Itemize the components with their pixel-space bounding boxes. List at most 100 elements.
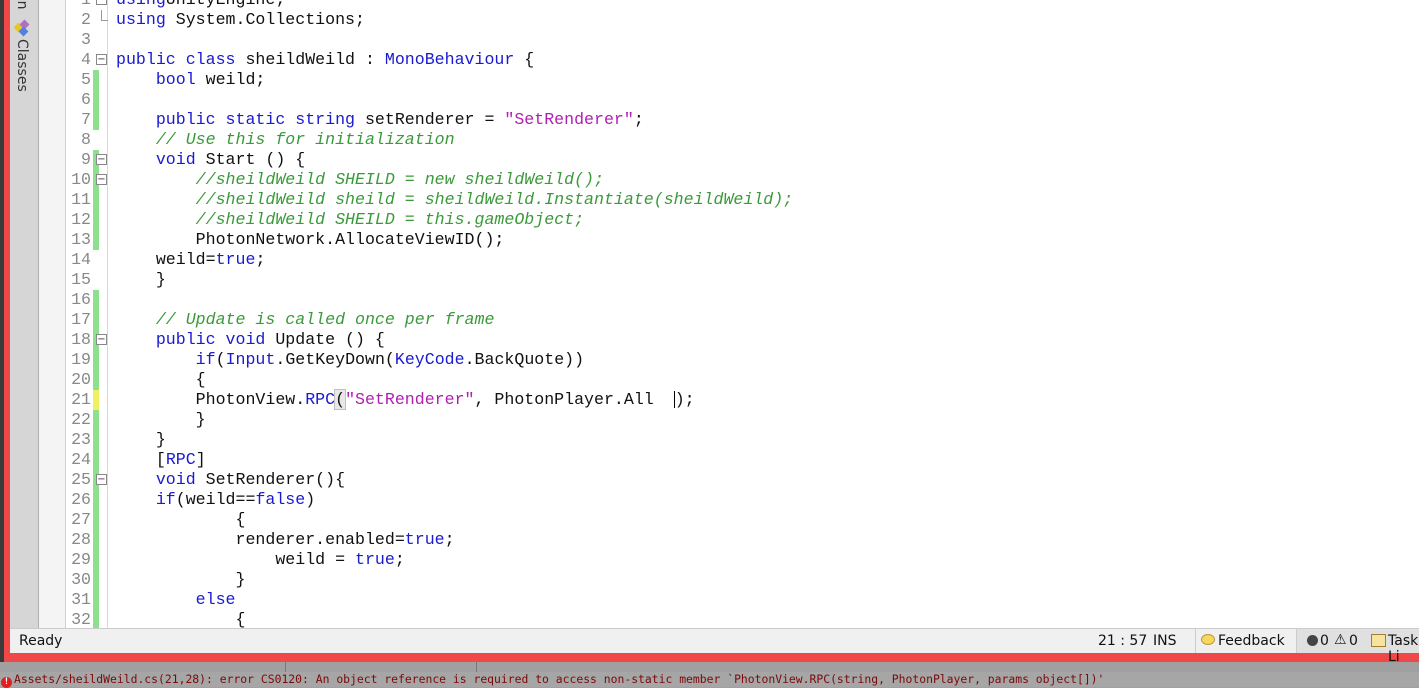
code-text: public class sheildWeild : MonoBehaviour… [116, 50, 534, 70]
code-token: weild; [195, 70, 266, 89]
code-line[interactable]: 1− usingUnityEngine; [39, 0, 1419, 10]
keyword-token: void [155, 150, 196, 169]
code-token: (weild== [175, 490, 256, 509]
code-token: sheildWeild : [235, 50, 385, 69]
fold-collapse-icon[interactable]: − [96, 154, 107, 165]
code-line[interactable]: 22 } [39, 410, 1419, 430]
code-line[interactable]: 28 renderer.enabled=true; [39, 530, 1419, 550]
comment-token: //sheildWeild SHEILD = this.gameObject; [195, 210, 585, 229]
changed-line-marker [93, 370, 99, 390]
warning-count: 0 [1349, 633, 1358, 649]
line-number: 15 [71, 270, 91, 289]
code-token: } [195, 410, 206, 429]
code-line[interactable]: 18− public void Update () { [39, 330, 1419, 350]
keyword-token: public class [116, 50, 236, 69]
code-line[interactable]: 24 [RPC] [39, 450, 1419, 470]
changed-line-marker [93, 310, 99, 330]
fold-collapse-icon[interactable]: − [96, 174, 107, 185]
code-line[interactable]: 10− //sheildWeild SHEILD = new sheildWei… [39, 170, 1419, 190]
code-text: { [116, 610, 246, 628]
warning-icon: ⚠ [1334, 632, 1347, 648]
code-text: renderer.enabled=true; [116, 530, 455, 550]
code-line[interactable]: 12 //sheildWeild SHEILD = this.gameObjec… [39, 210, 1419, 230]
code-line[interactable]: 15 } [39, 270, 1419, 290]
code-line[interactable]: 8 // Use this for initialization [39, 130, 1419, 150]
keyword-token: using [116, 0, 166, 9]
line-number: 27 [71, 510, 91, 529]
feedback-button[interactable]: Feedback [1195, 629, 1306, 653]
changed-line-marker [93, 490, 99, 510]
keyword-token: if [155, 490, 176, 509]
code-line[interactable]: 16 [39, 290, 1419, 310]
code-line[interactable]: 23 } [39, 430, 1419, 450]
code-line[interactable]: 13 PhotonNetwork.AllocateViewID(); [39, 230, 1419, 250]
code-line[interactable]: 6 [39, 90, 1419, 110]
code-line[interactable]: 27 { [39, 510, 1419, 530]
code-line[interactable]: 7 public static string setRenderer = "Se… [39, 110, 1419, 130]
code-editor[interactable]: 1−usingUnityEngine;2using System.Collect… [39, 0, 1419, 628]
code-text: void Start () { [116, 150, 305, 170]
changed-line-marker [93, 550, 99, 570]
code-line[interactable]: 4− public class sheildWeild : MonoBehavio… [39, 50, 1419, 70]
code-text: //sheildWeild SHEILD = this.gameObject; [116, 210, 584, 230]
code-text: usingUnityEngine; [116, 0, 285, 10]
status-text: Ready [19, 633, 63, 649]
code-line[interactable]: 21 PhotonView.RPC("SetRenderer", PhotonP… [39, 389, 1419, 410]
code-text: public static string setRenderer = "SetR… [116, 110, 644, 130]
code-token: } [155, 270, 166, 289]
changed-line-marker [93, 450, 99, 470]
line-number: 22 [71, 410, 91, 429]
keyword-token: true [215, 250, 256, 269]
classes-icon [13, 20, 30, 37]
code-token: [ [155, 450, 166, 469]
fold-collapse-icon[interactable]: − [96, 474, 107, 485]
code-text: // Use this for initialization [116, 130, 455, 150]
code-line[interactable]: 14 weild=true; [39, 250, 1419, 270]
code-line[interactable]: 20 { [39, 370, 1419, 390]
comment-token: //sheildWeild SHEILD = new sheildWeild()… [195, 170, 604, 189]
code-line[interactable]: 30 } [39, 570, 1419, 590]
code-line[interactable]: 17 // Update is called once per frame [39, 310, 1419, 330]
line-number: 12 [71, 210, 91, 229]
fold-collapse-icon[interactable]: − [96, 334, 107, 345]
line-number: 21 [71, 390, 91, 409]
fold-collapse-icon[interactable]: − [96, 0, 107, 5]
code-line[interactable]: 29 weild = true; [39, 550, 1419, 570]
code-line[interactable]: 5 bool weild; [39, 70, 1419, 90]
sidebar-tab-classes[interactable]: Classes [14, 39, 30, 92]
fold-collapse-icon[interactable]: − [96, 54, 107, 65]
code-text: if(Input.GetKeyDown(KeyCode.BackQuote)) [116, 350, 584, 370]
keyword-token: void [155, 470, 196, 489]
code-token: .GetKeyDown( [275, 350, 395, 369]
code-line[interactable]: 31 else [39, 590, 1419, 610]
task-list-tab[interactable]: Task Li [1388, 633, 1419, 665]
code-line[interactable]: 26 if(weild==false) [39, 490, 1419, 510]
code-token: { [514, 50, 535, 69]
line-number: 16 [71, 290, 91, 309]
sidebar-tab-partial[interactable]: on [14, 0, 30, 9]
code-line[interactable]: 3 [39, 30, 1419, 50]
code-text: } [116, 570, 246, 590]
error-list-panel[interactable]: 0 ⚠ 0 Task Li [1296, 629, 1419, 665]
console-error-bar[interactable]: ! Assets/sheildWeild.cs(21,28): error CS0… [0, 672, 1419, 688]
code-token: renderer.enabled= [235, 530, 405, 549]
code-line[interactable]: 32 { [39, 610, 1419, 628]
keyword-token: public void [155, 330, 266, 349]
code-line[interactable]: 2 using System.Collections; [39, 10, 1419, 30]
code-token: ( [215, 350, 226, 369]
keyword-token: RPC [305, 390, 336, 409]
code-line[interactable]: 19 if(Input.GetKeyDown(KeyCode.BackQuote… [39, 350, 1419, 370]
code-line[interactable]: 11 //sheildWeild sheild = sheildWeild.In… [39, 190, 1419, 210]
code-text: weild = true; [116, 550, 404, 570]
code-text: } [116, 270, 166, 290]
line-number: 28 [71, 530, 91, 549]
keyword-token: bool [155, 70, 196, 89]
keyword-token: if [195, 350, 216, 369]
changed-line-marker [93, 110, 99, 130]
keyword-token: false [255, 490, 306, 509]
code-line[interactable]: 25− void SetRenderer(){ [39, 470, 1419, 490]
changed-line-marker [93, 510, 99, 530]
line-number: 23 [71, 430, 91, 449]
insert-mode: INS [1153, 633, 1177, 649]
code-line[interactable]: 9− void Start () { [39, 150, 1419, 170]
